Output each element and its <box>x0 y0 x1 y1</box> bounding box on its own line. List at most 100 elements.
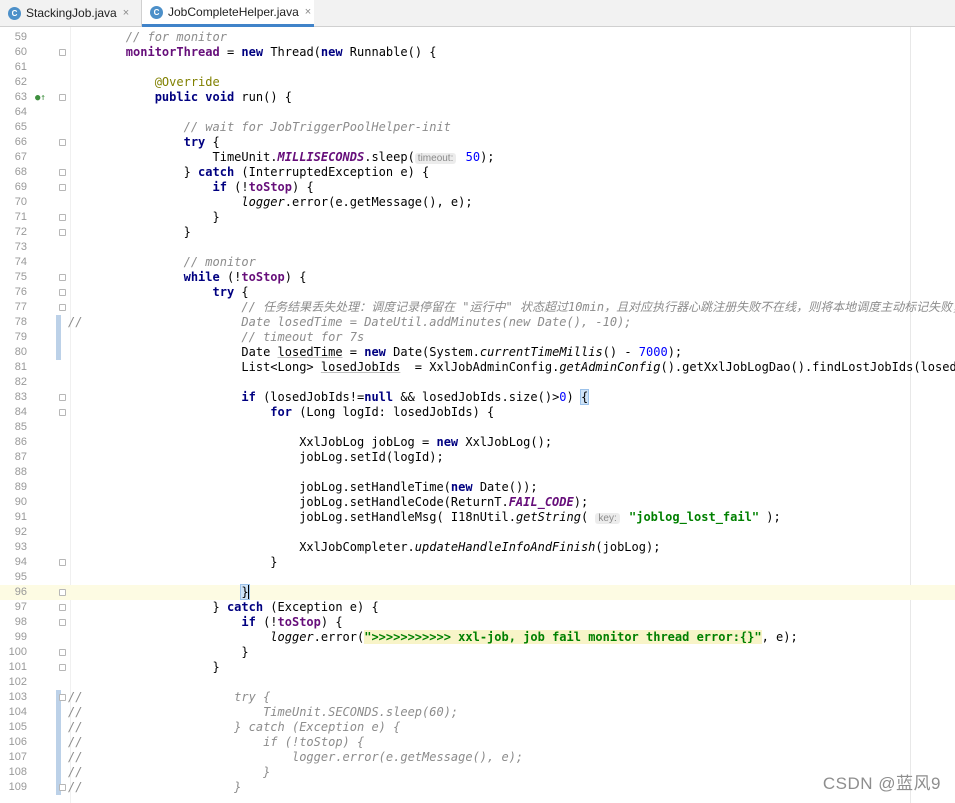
code-line[interactable]: 59 // for monitor <box>0 30 955 45</box>
code-line[interactable]: 96 } <box>0 584 955 600</box>
close-icon[interactable]: × <box>123 7 129 19</box>
fold-toggle-icon[interactable] <box>59 214 66 221</box>
fold-toggle-icon[interactable] <box>59 229 66 236</box>
code-text: // wait for JobTriggerPoolHelper-init <box>183 120 451 134</box>
code-line[interactable]: 108// } <box>0 765 955 780</box>
code-line[interactable]: 103// try { <box>0 690 955 705</box>
fold-toggle-icon[interactable] <box>59 289 66 296</box>
code-text: try { <box>234 690 271 704</box>
code-line[interactable]: 80 Date losedTime = new Date(System.curr… <box>0 345 955 360</box>
code-line[interactable]: 99 logger.error(">>>>>>>>>>> xxl-job, jo… <box>0 630 955 645</box>
line-number: 61 <box>14 61 27 73</box>
code-line[interactable]: 78// Date losedTime = DateUtil.addMinute… <box>0 315 955 330</box>
code-line[interactable]: 76 try { <box>0 285 955 300</box>
code-line[interactable]: 67 TimeUnit.MILLISECONDS.sleep(timeout: … <box>0 150 955 165</box>
code-line[interactable]: 89 jobLog.setHandleTime(new Date()); <box>0 480 955 495</box>
fold-toggle-icon[interactable] <box>59 49 66 56</box>
fold-toggle-icon[interactable] <box>59 184 66 191</box>
line-number: 103 <box>8 691 27 703</box>
code-line[interactable]: 105// } catch (Exception e) { <box>0 720 955 735</box>
code-editor[interactable]: 59 // for monitor 60 monitorThread = new … <box>0 27 955 803</box>
code-line[interactable]: 87 jobLog.setId(logId); <box>0 450 955 465</box>
fold-toggle-icon[interactable] <box>59 604 66 611</box>
tab-stackingjob[interactable]: C StackingJob.java × <box>0 0 141 26</box>
vcs-change-marker[interactable] <box>56 720 61 735</box>
code-line[interactable]: 75 while (!toStop) { <box>0 270 955 285</box>
code-line[interactable]: 98 if (!toStop) { <box>0 615 955 630</box>
code-line[interactable]: 84 for (Long logId: losedJobIds) { <box>0 405 955 420</box>
code-line[interactable]: 83 if (losedJobIds!=null && losedJobIds.… <box>0 389 955 405</box>
fold-toggle-icon[interactable] <box>59 784 66 791</box>
fold-toggle-icon[interactable] <box>59 664 66 671</box>
code-line[interactable]: 86 XxlJobLog jobLog = new XxlJobLog(); <box>0 435 955 450</box>
code-line[interactable]: 62 @Override <box>0 75 955 90</box>
code-line[interactable]: 88 <box>0 465 955 480</box>
fold-toggle-icon[interactable] <box>59 169 66 176</box>
vcs-change-marker[interactable] <box>56 315 61 330</box>
code-text: @Override <box>154 75 220 89</box>
code-line[interactable]: 107// logger.error(e.getMessage(), e); <box>0 750 955 765</box>
code-line[interactable]: 91 jobLog.setHandleMsg( I18nUtil.getStri… <box>0 510 955 525</box>
fold-toggle-icon[interactable] <box>59 274 66 281</box>
line-number: 80 <box>14 346 27 358</box>
vcs-change-marker[interactable] <box>56 330 61 345</box>
code-text: } <box>68 555 278 569</box>
fold-toggle-icon[interactable] <box>59 619 66 626</box>
vcs-change-marker[interactable] <box>56 345 61 360</box>
code-text: Date losedTime = new Date(System.current… <box>68 345 683 359</box>
code-text: Date losedTime = DateUtil.addMinutes(new… <box>241 315 632 329</box>
code-line[interactable]: 100 } <box>0 645 955 660</box>
vcs-change-marker[interactable] <box>56 765 61 780</box>
fold-toggle-icon[interactable] <box>59 304 66 311</box>
code-line[interactable]: 81 List<Long> losedJobIds = XxlJobAdminC… <box>0 360 955 375</box>
code-line[interactable]: 70 logger.error(e.getMessage(), e); <box>0 195 955 210</box>
vcs-change-marker[interactable] <box>56 735 61 750</box>
code-line[interactable]: 82 <box>0 375 955 390</box>
fold-toggle-icon[interactable] <box>59 694 66 701</box>
code-line[interactable]: 61 <box>0 60 955 75</box>
fold-toggle-icon[interactable] <box>59 394 66 401</box>
code-line[interactable]: 92 <box>0 525 955 540</box>
fold-toggle-icon[interactable] <box>59 139 66 146</box>
vcs-change-marker[interactable] <box>56 750 61 765</box>
code-line[interactable]: 66 try { <box>0 135 955 150</box>
code-line[interactable]: 72 } <box>0 225 955 240</box>
code-line[interactable]: 109// } <box>0 780 955 795</box>
fold-toggle-icon[interactable] <box>59 649 66 656</box>
code-line[interactable]: 64 <box>0 105 955 120</box>
code-line[interactable]: 104// TimeUnit.SECONDS.sleep(60); <box>0 705 955 720</box>
code-line[interactable]: 93 XxlJobCompleter.updateHandleInfoAndFi… <box>0 540 955 555</box>
code-line[interactable]: 73 <box>0 240 955 255</box>
code-line[interactable]: 71 } <box>0 210 955 225</box>
code-line[interactable]: 69 if (!toStop) { <box>0 180 955 195</box>
code-line[interactable]: 74 // monitor <box>0 255 955 270</box>
fold-toggle-icon[interactable] <box>59 409 66 416</box>
code-line[interactable]: 94 } <box>0 555 955 570</box>
code-line[interactable]: 63 ●↑ public void run() { <box>0 90 955 105</box>
line-number: 81 <box>14 361 27 373</box>
fold-toggle-icon[interactable] <box>59 559 66 566</box>
code-line[interactable]: 77 // 任务结果丢失处理：调度记录停留在 "运行中" 状态超过10min，且… <box>0 300 955 315</box>
vcs-change-marker[interactable] <box>56 705 61 720</box>
code-line[interactable]: 95 <box>0 570 955 585</box>
code-line[interactable]: 65 // wait for JobTriggerPoolHelper-init <box>0 120 955 135</box>
code-line[interactable]: 102 <box>0 675 955 690</box>
close-icon[interactable]: × <box>305 6 311 18</box>
code-line[interactable]: 60 monitorThread = new Thread(new Runnab… <box>0 45 955 60</box>
fold-toggle-icon[interactable] <box>59 589 66 596</box>
code-line[interactable]: 68 } catch (InterruptedException e) { <box>0 165 955 180</box>
tab-jobcompletehelper[interactable]: C JobCompleteHelper.java × <box>142 0 314 27</box>
code-text: logger.error(e.getMessage(), e); <box>291 750 524 764</box>
code-line[interactable]: 79 // timeout for 7s <box>0 330 955 345</box>
implements-method-icon[interactable]: ●↑ <box>35 93 46 103</box>
fold-toggle-icon[interactable] <box>59 94 66 101</box>
code-line[interactable]: 85 <box>0 420 955 435</box>
code-line[interactable]: 90 jobLog.setHandleCode(ReturnT.FAIL_COD… <box>0 495 955 510</box>
line-number: 91 <box>14 511 27 523</box>
code-line[interactable]: 97 } catch (Exception e) { <box>0 600 955 615</box>
code-line[interactable]: 101 } <box>0 660 955 675</box>
line-number: 73 <box>14 241 27 253</box>
line-number: 99 <box>14 631 27 643</box>
tab-label: JobCompleteHelper.java <box>168 5 299 19</box>
code-line[interactable]: 106// if (!toStop) { <box>0 735 955 750</box>
